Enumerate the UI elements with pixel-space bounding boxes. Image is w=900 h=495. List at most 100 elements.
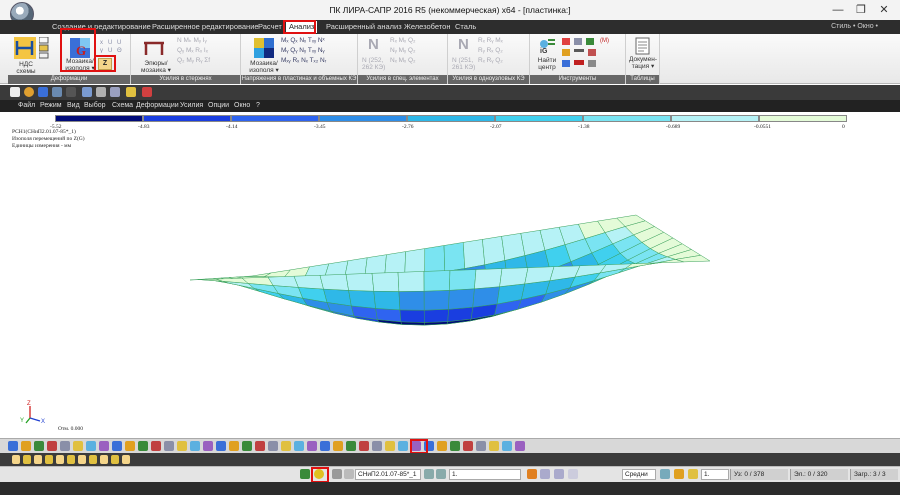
tool-button-icon[interactable] — [281, 441, 291, 451]
maximize-button[interactable]: ❐ — [851, 2, 871, 18]
menu-help[interactable]: ? — [256, 101, 260, 111]
tool-button-icon[interactable] — [190, 441, 200, 451]
plate-finite-element[interactable] — [424, 245, 446, 275]
tool-button-icon[interactable] — [138, 441, 148, 451]
frame-tool-icon[interactable] — [122, 455, 130, 464]
model-view-canvas[interactable]: Z X Y Отм. 0.000 — [0, 112, 900, 438]
tool-button-icon[interactable] — [112, 441, 122, 451]
tool-button-icon[interactable] — [385, 441, 395, 451]
style-window-menu[interactable]: Стиль • Окно • — [831, 21, 878, 33]
status-check-icon[interactable] — [660, 469, 670, 479]
tool-button-icon[interactable] — [346, 441, 356, 451]
plate-finite-element[interactable] — [474, 268, 503, 290]
plate-finite-element[interactable] — [398, 290, 425, 311]
plate-finite-element[interactable] — [462, 239, 486, 269]
tab-steel[interactable]: Сталь — [455, 21, 476, 33]
tool-button-icon[interactable] — [125, 441, 135, 451]
menu-options[interactable]: Опции — [208, 101, 229, 111]
menu-select[interactable]: Выбор — [84, 101, 106, 111]
status-gear-icon[interactable] — [568, 469, 578, 479]
print-icon[interactable] — [82, 87, 92, 97]
highlight-tool-icon[interactable] — [126, 87, 136, 97]
tool-button-icon[interactable] — [216, 441, 226, 451]
minimize-button[interactable]: — — [828, 2, 848, 18]
rod-forces-row2[interactable]: Qᵧ Mₓ Rₓ Iₓ — [177, 47, 208, 55]
tool-button-icon[interactable] — [268, 441, 278, 451]
special-row3[interactable]: Nₓ Mₓ Q₂ — [390, 57, 416, 65]
epure-mosaic-button[interactable]: Эпюры/ мозаика ▾ — [137, 60, 175, 74]
rod-forces-row3[interactable]: Q₂ Mᵧ Rᵧ Σf — [177, 57, 210, 65]
plate-stress-row1[interactable]: Mₓ Qₓ Nₓ Tₓᵧ Nˣ — [281, 37, 325, 45]
tool-button-icon[interactable] — [60, 441, 70, 451]
tool-button-icon[interactable] — [320, 441, 330, 451]
frame-tool-icon[interactable] — [45, 455, 53, 464]
tool-button-icon[interactable] — [333, 441, 343, 451]
menu-file[interactable]: Файл — [18, 101, 35, 111]
plate-finite-element[interactable] — [448, 288, 475, 310]
tool-button-icon[interactable] — [73, 441, 83, 451]
plate-finite-element[interactable] — [447, 306, 474, 322]
tool-button-icon[interactable] — [476, 441, 486, 451]
tool-button-icon[interactable] — [86, 441, 96, 451]
mode-select[interactable]: Средни — [622, 469, 656, 480]
undo-icon[interactable] — [52, 87, 62, 97]
menu-window[interactable]: Окно — [234, 101, 250, 111]
frame-tool-icon[interactable] — [100, 455, 108, 464]
menu-view[interactable]: Вид — [67, 101, 80, 111]
tools-icon-grid[interactable]: (M) — [562, 38, 620, 68]
frame-tool-icon[interactable] — [34, 455, 42, 464]
documentation-button[interactable]: Докумен- тация ▾ — [626, 56, 660, 70]
frame-tool-icon[interactable] — [78, 455, 86, 464]
menu-scheme[interactable]: Схема — [112, 101, 133, 111]
tool-button-icon[interactable] — [242, 441, 252, 451]
status-model-icon[interactable] — [300, 469, 310, 479]
tool-button-icon[interactable] — [229, 441, 239, 451]
plate-finite-element[interactable] — [371, 272, 400, 292]
plate-finite-element[interactable] — [345, 273, 375, 292]
plate-mosaic-button[interactable]: Мозаика/ изополя ▾ — [245, 60, 283, 74]
tab-reinforced-concrete[interactable]: Железобетон — [404, 21, 450, 33]
status-copy-icon[interactable] — [332, 469, 342, 479]
frame-tool-icon[interactable] — [56, 455, 64, 464]
tool-button-icon[interactable] — [515, 441, 525, 451]
frame-tool-icon[interactable] — [12, 455, 20, 464]
frame-tool-icon[interactable] — [89, 455, 97, 464]
special-row1[interactable]: Rₓ Mₓ Q₂ — [390, 37, 416, 45]
tool-button-icon[interactable] — [99, 441, 109, 451]
view-icon[interactable] — [96, 87, 106, 97]
load-case-select[interactable]: 1. — [449, 469, 521, 480]
plate-finite-element[interactable] — [319, 274, 349, 291]
menu-mode[interactable]: Режим — [40, 101, 62, 111]
frame-tool-icon[interactable] — [111, 455, 119, 464]
special-n-button[interactable]: N (252, 262 КЭ) — [362, 57, 392, 71]
menu-deformations[interactable]: Деформации — [136, 101, 179, 111]
redo-icon[interactable] — [66, 87, 76, 97]
status-wand-icon[interactable] — [674, 469, 684, 479]
open-icon[interactable] — [24, 87, 34, 97]
plate-finite-element[interactable] — [499, 267, 529, 287]
status-up-icon[interactable] — [424, 469, 434, 479]
plate-stress-row2[interactable]: Mᵧ Qᵧ Nᵧ Tₓᵧ Nᵧ — [281, 47, 325, 55]
tool-button-icon[interactable] — [177, 441, 187, 451]
status-down-icon[interactable] — [436, 469, 446, 479]
plate-finite-element[interactable] — [443, 242, 466, 272]
tool-button-icon[interactable] — [151, 441, 161, 451]
tool-button-icon[interactable] — [307, 441, 317, 451]
single-node-row3[interactable]: Rₓ Rᵧ Q₂ — [478, 57, 503, 65]
plate-finite-element[interactable] — [482, 236, 506, 266]
plate-finite-element[interactable] — [472, 286, 500, 308]
tool-button-icon[interactable] — [450, 441, 460, 451]
plate-finite-element[interactable] — [348, 290, 376, 309]
special-n-icon[interactable]: N — [368, 37, 379, 52]
frame-tool-icon[interactable] — [23, 455, 31, 464]
status-link-icon[interactable] — [540, 469, 550, 479]
tool-button-icon[interactable] — [164, 441, 174, 451]
status-brush-icon[interactable] — [688, 469, 698, 479]
norm-select[interactable]: СНиП2.01.07-85*_1 — [355, 469, 421, 480]
tool-button-icon[interactable] — [255, 441, 265, 451]
plate-finite-element[interactable] — [449, 269, 477, 291]
plate-finite-element[interactable] — [373, 290, 401, 311]
rod-forces-row1[interactable]: N Mₖ Mᵧ Iᵧ — [177, 37, 207, 45]
single-node-row2[interactable]: Rᵧ Rₓ Q₂ — [478, 47, 503, 55]
tool-button-icon[interactable] — [489, 441, 499, 451]
